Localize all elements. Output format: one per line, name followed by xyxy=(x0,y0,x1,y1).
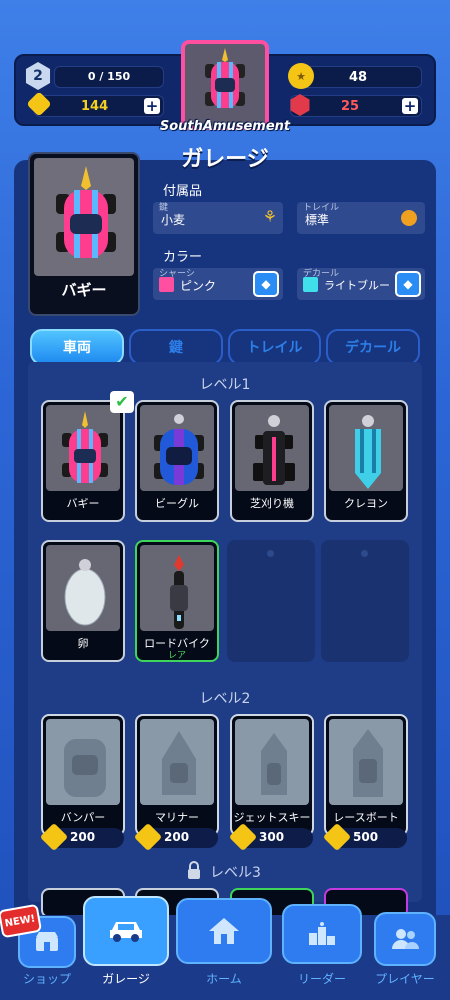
nav-player-button[interactable] xyxy=(374,912,436,966)
car-icon xyxy=(110,922,142,942)
key-value: 小麦 xyxy=(161,213,186,227)
shop-icon xyxy=(36,932,58,951)
nav-garage-button[interactable] xyxy=(83,896,169,966)
nav-player-label: プレイヤー xyxy=(375,972,435,986)
crayon-icon xyxy=(355,415,381,489)
vehicle-card-crayon[interactable]: クレヨン xyxy=(324,400,408,522)
road-bike-icon xyxy=(170,555,188,629)
vehicle-name: 芝刈り機 xyxy=(250,497,294,510)
trail-icon xyxy=(401,210,417,226)
nav-leader-button[interactable] xyxy=(282,904,362,964)
vehicle-name: ビーグル xyxy=(155,497,199,510)
vehicle-name: 卵 xyxy=(77,637,89,650)
price-tag: 300 xyxy=(228,822,313,852)
tab-vehicles[interactable]: 車両 xyxy=(30,329,124,365)
players-icon xyxy=(392,929,419,949)
pink-swatch xyxy=(159,277,174,292)
home-icon xyxy=(209,918,239,944)
add-coins-button[interactable]: + xyxy=(144,98,160,114)
vehicle-name: ジェットスキー xyxy=(233,811,311,824)
buggy-icon xyxy=(62,411,108,483)
xp-text: 0 / 150 xyxy=(87,70,131,83)
trail-field[interactable]: トレイル 標準 xyxy=(297,202,425,234)
coin-value: 144 xyxy=(81,99,109,114)
vehicle-card-jetski[interactable]: ジェットスキー xyxy=(230,714,314,836)
wheat-icon: ⚘ xyxy=(262,207,277,226)
preview-vehicle-name: バギー xyxy=(61,281,107,299)
vehicle-card-egg[interactable]: 卵 xyxy=(41,540,125,662)
vehicle-card-road-bike[interactable]: ロードバイク レア xyxy=(135,540,219,662)
vehicle-card-bumper[interactable]: バンパー xyxy=(41,714,125,836)
medal-icon: ★ xyxy=(288,63,314,89)
decal-value: ライトブルー xyxy=(324,279,390,292)
lock-icon xyxy=(186,861,202,879)
xp-bar: 0 / 150 xyxy=(54,66,164,88)
chassis-field[interactable]: シャーシ ピンク ◆ xyxy=(153,268,283,300)
jetski-icon xyxy=(261,733,287,795)
price-tag: 500 xyxy=(322,822,407,852)
price-value: 300 xyxy=(259,830,285,844)
mower-icon xyxy=(253,415,295,485)
beagle-icon xyxy=(154,414,204,485)
vehicle-card-mariner[interactable]: マリナー xyxy=(135,714,219,836)
egg-icon xyxy=(64,559,106,626)
vehicle-name: レースボート xyxy=(333,811,399,824)
level3-header: レベル3 xyxy=(210,865,261,881)
vehicle-name: バギー xyxy=(66,497,100,510)
vehicle-name: クレヨン xyxy=(344,497,388,510)
empty-slot xyxy=(321,540,409,662)
vehicle-card-beagle[interactable]: ビーグル xyxy=(135,400,219,522)
tab-decals[interactable]: デカール xyxy=(326,329,420,365)
leaderboard-icon xyxy=(309,922,335,945)
price-value: 200 xyxy=(70,830,96,844)
trail-value: 標準 xyxy=(305,213,330,227)
vehicle-card-race-boat[interactable]: レースボート xyxy=(324,714,408,836)
tab-keys[interactable]: 鍵 xyxy=(129,329,223,365)
price-value: 200 xyxy=(164,830,190,844)
buggy-preview-icon xyxy=(56,166,116,258)
level2-header: レベル2 xyxy=(199,691,251,707)
rarity-label: レア xyxy=(167,651,186,661)
tab-trails[interactable]: トレイル xyxy=(228,329,321,365)
vehicle-card-buggy[interactable]: バギー xyxy=(41,400,125,522)
color-heading: カラー xyxy=(163,250,203,265)
light-blue-swatch xyxy=(303,277,318,292)
vehicle-name: マリナー xyxy=(155,811,199,824)
username: SouthAmusement xyxy=(159,119,291,134)
nav-shop-label: ショップ xyxy=(22,972,71,986)
mariner-icon xyxy=(162,731,196,795)
paint-bucket-icon[interactable]: ◆ xyxy=(253,271,279,297)
paint-bucket-icon[interactable]: ◆ xyxy=(395,271,421,297)
buggy-avatar-icon xyxy=(205,48,245,108)
nav-home-button[interactable] xyxy=(176,898,272,964)
level1-header: レベル1 xyxy=(199,377,251,393)
nav-home-label: ホーム xyxy=(206,972,242,986)
price-tag: 200 xyxy=(133,822,218,852)
chassis-value: ピンク xyxy=(180,279,217,293)
price-tag: 200 xyxy=(39,822,124,852)
price-value: 500 xyxy=(353,830,379,844)
nav-garage-label: ガレージ xyxy=(102,972,150,986)
bumper-icon xyxy=(64,739,106,797)
empty-slot xyxy=(227,540,315,662)
vehicle-preview: バギー xyxy=(28,152,140,316)
player-avatar[interactable] xyxy=(181,40,269,130)
decal-field[interactable]: デカール ライトブルー ◆ xyxy=(297,268,425,300)
key-field[interactable]: 鍵 小麦 ⚘ xyxy=(153,202,283,234)
selected-check-icon: ✔ xyxy=(110,391,134,413)
gem-value: 25 xyxy=(341,99,360,114)
race-boat-icon xyxy=(353,729,383,797)
vehicle-name: バンパー xyxy=(60,811,106,824)
nav-leader-label: リーダー xyxy=(297,972,346,986)
add-gems-button[interactable]: + xyxy=(402,98,418,114)
medal-value: 48 xyxy=(349,70,368,85)
vehicle-card-mower[interactable]: 芝刈り機 xyxy=(230,400,314,522)
accessories-heading: 付属品 xyxy=(163,184,203,199)
